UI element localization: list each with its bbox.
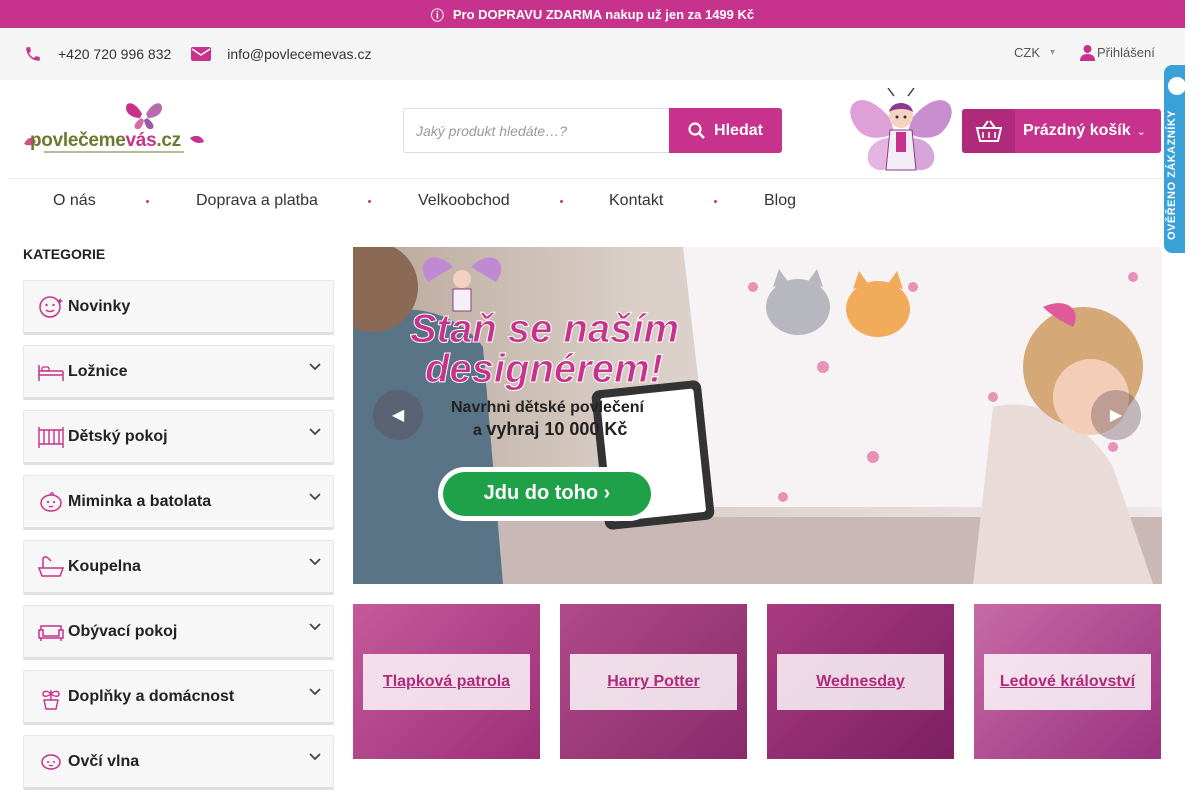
- baby-icon: [37, 488, 65, 516]
- promo-text: Pro DOPRAVU ZDARMA nakup už jen za 1499 …: [452, 6, 755, 22]
- nav-item-velkoobchod[interactable]: Velkoobchod: [418, 192, 510, 210]
- chevron-down-icon: ⌄: [1136, 125, 1146, 138]
- tile-label: Tlapková patrola: [363, 654, 530, 710]
- sidebar-item-ovci-vlna[interactable]: Ovčí vlna: [23, 735, 334, 790]
- verified-badge[interactable]: OVĚŘENO ZÁKAZNÍKY: [1164, 65, 1185, 253]
- banner-headline-2: designérem!: [425, 347, 664, 392]
- tile-label: Wednesday: [777, 654, 944, 710]
- user-icon: [1080, 45, 1095, 61]
- login-label: Přihlášení: [1097, 45, 1155, 60]
- contact-bar: +420 720 996 832 info@povlecemevas.cz CZ…: [0, 28, 1185, 80]
- sidebar-item-label: Ložnice: [68, 362, 128, 380]
- phone-number: +420 720 996 832: [58, 46, 172, 62]
- sidebar-item-miminka[interactable]: Miminka a batolata: [23, 475, 334, 530]
- envelope-icon: [191, 47, 212, 61]
- sidebar-item-label: Miminka a batolata: [68, 492, 212, 510]
- chevron-left-icon: ◀: [391, 407, 405, 424]
- tile-tlapkova-patrola[interactable]: Tlapková patrola: [353, 604, 540, 759]
- login-link[interactable]: Přihlášení: [1080, 44, 1155, 61]
- sidebar-item-label: Obývací pokoj: [68, 622, 178, 640]
- nav-item-doprava[interactable]: Doprava a platba: [196, 192, 318, 210]
- sidebar-item-doplnky[interactable]: Doplňky a domácnost: [23, 670, 334, 725]
- currency-selector[interactable]: CZK ▾: [1014, 45, 1055, 60]
- hero-slider[interactable]: Staň se naším designérem! Navrhni dětské…: [353, 247, 1162, 584]
- banner-subtext-1: Navrhni dětské povlečení: [451, 399, 644, 416]
- search-icon: [688, 122, 705, 139]
- phone-icon: [26, 47, 40, 61]
- chevron-right-icon: ▶: [1109, 407, 1123, 424]
- nav-item-kontakt[interactable]: Kontakt: [609, 192, 663, 210]
- search-button[interactable]: Hledat: [669, 108, 782, 153]
- sidebar-item-detsky-pokoj[interactable]: Dětský pokoj: [23, 410, 334, 465]
- search-form: Hledat: [403, 108, 783, 153]
- banner-subtext-2: a vyhraj 10 000 Kč: [473, 419, 628, 439]
- main-nav: O nás Doprava a platba Velkoobchod Konta…: [8, 178, 1185, 224]
- category-sidebar: KATEGORIE Novinky Ložnice Dětský pokoj M…: [4, 228, 344, 800]
- basket-icon: [962, 109, 1015, 153]
- chevron-down-icon: [309, 753, 321, 761]
- sidebar-item-label: Koupelna: [68, 557, 141, 575]
- tile-harry-potter[interactable]: Harry Potter: [560, 604, 747, 759]
- verified-badge-text: OVĚŘENO ZÁKAZNÍKY: [1166, 109, 1178, 240]
- search-button-label: Hledat: [714, 121, 763, 139]
- banner-headline-1: Staň se naším: [409, 307, 680, 352]
- chevron-down-icon: [309, 558, 321, 566]
- info-icon: ⓘ: [430, 7, 444, 23]
- nav-item-blog[interactable]: Blog: [764, 192, 796, 210]
- sidebar-item-koupelna[interactable]: Koupelna: [23, 540, 334, 595]
- logo[interactable]: povlečemevás.cz: [24, 100, 206, 158]
- email-link[interactable]: info@povlecemevas.cz: [191, 46, 371, 62]
- logo-text: povlečemevás.cz: [30, 130, 181, 151]
- bed-icon: [37, 358, 65, 386]
- sidebar-item-label: Ovčí vlna: [68, 752, 140, 770]
- promo-bar: ⓘ Pro DOPRAVU ZDARMA nakup už jen za 149…: [0, 0, 1185, 28]
- nav-separator: [560, 200, 563, 203]
- tile-label: Ledové království: [984, 654, 1151, 710]
- bathtub-icon: [37, 553, 65, 581]
- nav-item-o-nas[interactable]: O nás: [53, 192, 96, 210]
- cart-label: Prázdný košík: [1023, 122, 1131, 139]
- chevron-down-icon: [309, 688, 321, 696]
- cart-button[interactable]: Prázdný košík ⌄: [962, 109, 1161, 153]
- nav-separator: [146, 200, 149, 203]
- currency-value: CZK: [1014, 45, 1040, 60]
- nav-separator: [368, 200, 371, 203]
- banner-cta-button[interactable]: Jdu do toho ›: [443, 482, 651, 505]
- sheep-icon: [37, 748, 65, 776]
- sidebar-item-label: Dětský pokoj: [68, 427, 168, 445]
- phone-link[interactable]: +420 720 996 832: [24, 45, 171, 63]
- nav-separator: [714, 200, 717, 203]
- chevron-down-icon: [309, 493, 321, 501]
- tile-label: Harry Potter: [570, 654, 737, 710]
- sidebar-item-label: Novinky: [68, 297, 131, 315]
- sidebar-title: KATEGORIE: [23, 246, 106, 262]
- email-address: info@povlecemevas.cz: [227, 46, 372, 62]
- sidebar-item-obyvaci-pokoj[interactable]: Obývací pokoj: [23, 605, 334, 660]
- slider-prev-button[interactable]: ◀: [373, 390, 423, 440]
- tile-wednesday[interactable]: Wednesday: [767, 604, 954, 759]
- tile-ledove-kralovstvi[interactable]: Ledové království: [974, 604, 1161, 759]
- fairy-mascot-icon: [850, 88, 952, 171]
- header: povlečemevás.cz Hledat Prázdný košík ⌄: [0, 80, 1185, 178]
- heureka-seal-icon: [1168, 77, 1185, 95]
- sofa-icon: [37, 618, 65, 646]
- chevron-down-icon: [309, 428, 321, 436]
- sidebar-item-label: Doplňky a domácnost: [68, 687, 235, 705]
- search-input[interactable]: [403, 108, 669, 153]
- face-icon: [37, 293, 65, 321]
- brand-tiles: Tlapková patrola Harry Potter Wednesday …: [353, 604, 1162, 759]
- chevron-down-icon: [309, 623, 321, 631]
- chevron-down-icon: [309, 363, 321, 371]
- sidebar-item-novinky[interactable]: Novinky: [23, 280, 334, 335]
- plant-icon: [37, 683, 65, 711]
- chevron-down-icon: ▾: [1050, 47, 1056, 58]
- slider-next-button[interactable]: ▶: [1091, 390, 1141, 440]
- crib-icon: [37, 423, 65, 451]
- sidebar-item-loznice[interactable]: Ložnice: [23, 345, 334, 400]
